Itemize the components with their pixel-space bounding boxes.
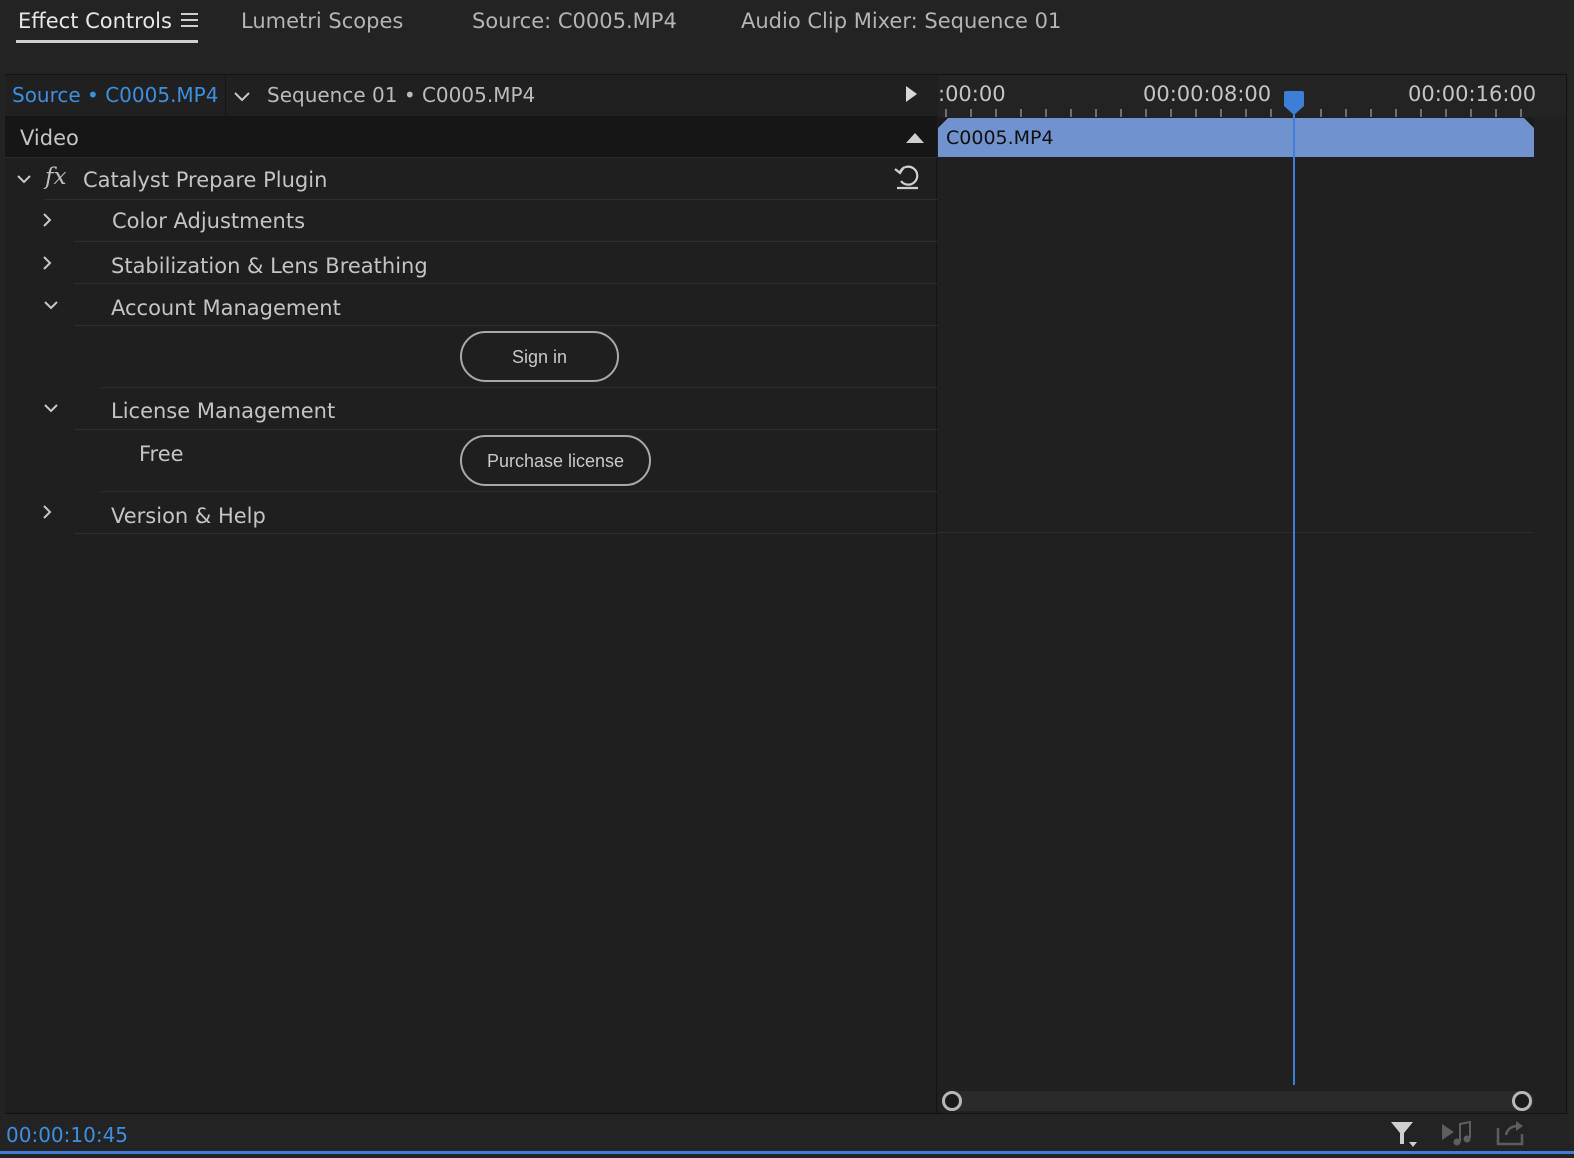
scroll-handle-right[interactable] [1512,1091,1532,1111]
effect-row: fx Catalyst Prepare Plugin [5,158,937,200]
group-label: Stabilization & Lens Breathing [111,254,428,278]
ruler-label: 00:00:16:00 [1408,82,1537,106]
playhead-line[interactable] [1293,113,1295,1085]
video-section-label: Video [20,126,79,150]
effect-controls-list: Source • C0005.MP4 Sequence 01 • C0005.M… [5,75,937,1113]
row-divider [938,532,1534,533]
tab-lumetri-scopes[interactable]: Lumetri Scopes [241,6,403,36]
row-divider [74,533,937,534]
audio-play-icon[interactable] [1440,1118,1474,1148]
playhead-handle[interactable] [1282,90,1306,116]
tab-source[interactable]: Source: C0005.MP4 [472,6,677,36]
clip-header: Source • C0005.MP4 Sequence 01 • C0005.M… [5,75,937,117]
purchase-license-button[interactable]: Purchase license [460,435,651,486]
effect-timeline: :00:00 00:00:08:00 00:00:16:00 C0005.MP4 [938,75,1566,1113]
license-row: Free Purchase license [5,430,937,492]
timeline-zoom-scrollbar[interactable] [942,1091,1534,1111]
sequence-clip-label[interactable]: Sequence 01 • C0005.MP4 [267,83,535,107]
time-ruler[interactable]: :00:00 00:00:08:00 00:00:16:00 [938,75,1566,117]
hamburger-icon[interactable] [181,13,198,28]
video-section-header: Video [5,117,937,158]
play-triangle-icon[interactable] [906,86,917,102]
chevron-down-icon[interactable] [42,399,60,417]
group-label: Version & Help [111,504,266,528]
active-tab-underline [16,40,198,43]
source-clip-label[interactable]: Source • C0005.MP4 [12,83,218,107]
header-divider [225,75,226,117]
group-color-adjustments[interactable]: Color Adjustments [5,200,937,242]
ruler-label: :00:00 [938,82,1006,106]
chevron-down-icon[interactable] [15,170,33,188]
license-status: Free [139,442,184,466]
reset-icon[interactable] [892,161,922,191]
tab-effect-controls[interactable]: Effect Controls [18,6,172,36]
clip-end-marker [1524,118,1534,128]
chevron-down-icon[interactable] [231,85,253,107]
group-label: License Management [111,399,336,423]
ruler-label: 00:00:08:00 [1143,82,1272,106]
sign-in-row: Sign in [5,326,937,388]
chevron-down-icon[interactable] [42,296,60,314]
panel-tab-bar: Effect Controls Lumetri Scopes Source: C… [0,0,1574,70]
group-stabilization[interactable]: Stabilization & Lens Breathing [5,242,937,284]
current-timecode[interactable]: 00:00:10:45 [6,1123,128,1147]
effect-name: Catalyst Prepare Plugin [83,168,328,192]
chevron-right-icon[interactable] [38,254,56,272]
export-icon[interactable] [1494,1118,1526,1148]
group-license-management[interactable]: License Management [5,388,937,430]
panel-focus-bar [0,1151,1574,1154]
clip-name: C0005.MP4 [946,127,1054,149]
scroll-handle-left[interactable] [942,1091,962,1111]
group-account-management[interactable]: Account Management [5,284,937,326]
ruler-ticks [945,109,1522,117]
group-version-help[interactable]: Version & Help [5,492,937,534]
clip-bar[interactable]: C0005.MP4 [938,118,1534,157]
chevron-right-icon[interactable] [38,503,56,521]
collapse-up-icon[interactable] [906,133,924,143]
group-label: Color Adjustments [112,209,306,233]
fx-icon[interactable]: fx [45,164,66,190]
chevron-right-icon[interactable] [38,211,56,229]
filter-icon[interactable] [1389,1118,1421,1148]
tab-audio-clip-mixer[interactable]: Audio Clip Mixer: Sequence 01 [741,6,1061,36]
group-label: Account Management [111,296,341,320]
sign-in-button[interactable]: Sign in [460,331,619,382]
